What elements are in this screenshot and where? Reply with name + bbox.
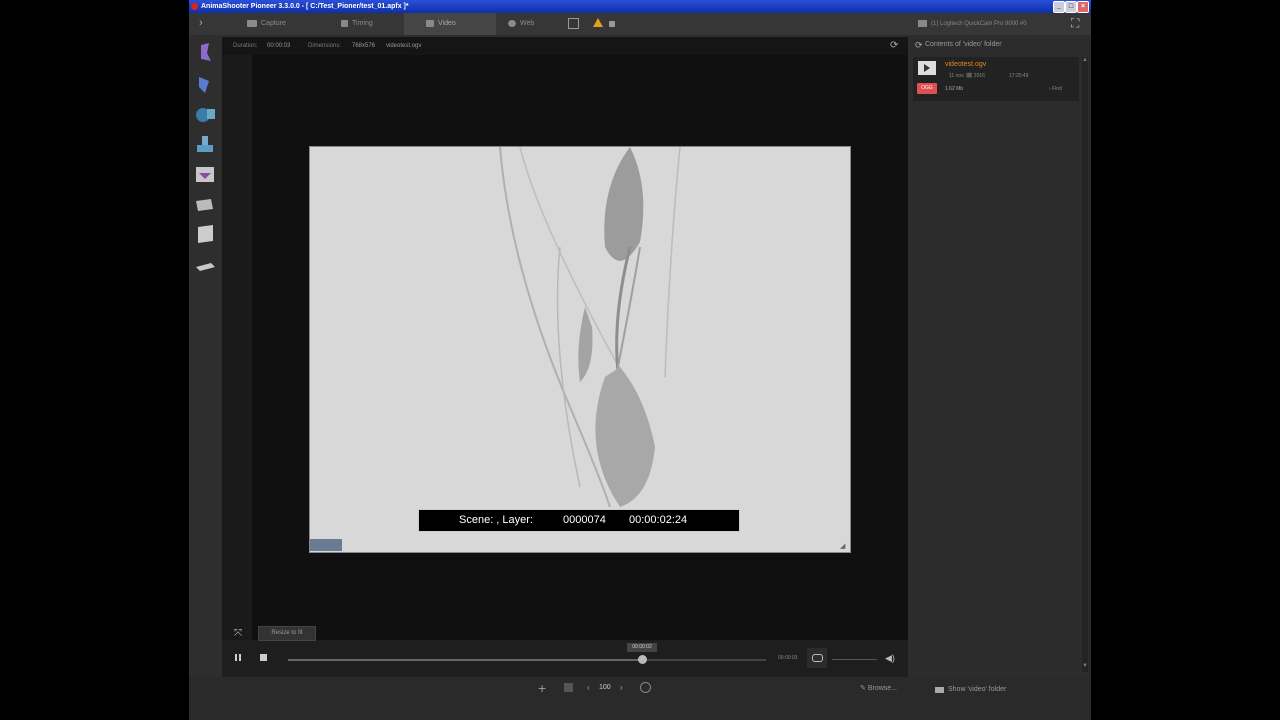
document-icon[interactable] [193, 223, 217, 245]
browse-label: Browse... [867, 685, 897, 692]
folder-panel-title: Contents of 'video' folder [925, 41, 1002, 48]
video-frame-image [310, 147, 850, 552]
app-window: AnimaShooter Pioneer 3.3.0.0 - [ C:/Test… [189, 0, 1091, 720]
runner-icon [341, 19, 348, 27]
file-name[interactable]: videotest.ogv [945, 61, 986, 68]
find-link[interactable]: › Find [1049, 86, 1062, 92]
window-title: AnimaShooter Pioneer 3.3.0.0 - [ C:/Test… [201, 3, 409, 10]
progress-corner-block [310, 539, 342, 551]
camera-label[interactable]: (1) Logitech QuickCam Pro 9000 #0 [931, 13, 1027, 35]
tab-capture[interactable]: Capture [239, 13, 317, 35]
tab-timing[interactable]: Timing [337, 13, 401, 35]
timecode-overlay: Scene: , Layer: 0000074 00:00:02:24 [418, 509, 740, 532]
tab-label: Video [438, 20, 456, 27]
seek-bar[interactable]: 00:00:02 [288, 643, 766, 664]
fullscreen-icon[interactable]: ⛶ [1071, 16, 1079, 30]
tab-label: Capture [261, 20, 286, 27]
bottom-bar: + ‹ 100 › ✎ Browse... Show 'video' folde… [189, 677, 1091, 720]
title-bar: AnimaShooter Pioneer 3.3.0.0 - [ C:/Test… [189, 0, 1091, 13]
browse-button[interactable]: ✎ Browse... [860, 684, 897, 692]
warning-icon[interactable] [593, 18, 603, 27]
folder-panel-scrollbar[interactable]: ▲ ▼ [1082, 57, 1088, 672]
options-icon[interactable] [640, 682, 651, 693]
zoom-increase-icon[interactable]: › [620, 683, 623, 692]
video-file-icon [918, 61, 936, 75]
folder-open-icon[interactable] [193, 193, 217, 215]
lock-icon[interactable] [609, 21, 615, 27]
resize-grip-icon[interactable]: ◢ [840, 542, 845, 550]
playhead-time-label: 00:00:02 [627, 643, 657, 652]
duration-label: Duration: [233, 43, 258, 49]
video-preview-area: Duration: 00:00:03 Dimensions: 768x576 v… [222, 37, 908, 677]
side-strip [222, 55, 252, 640]
layers-icon[interactable] [193, 255, 217, 277]
webcam-icon [918, 20, 927, 27]
resize-tooltip: Resize to fit [258, 626, 316, 641]
folder-panel: ⟳ Contents of 'video' folder videotest.o… [910, 35, 1091, 720]
volume-slider[interactable] [832, 659, 877, 660]
file-size: 1.62 Mb [945, 86, 964, 92]
tab-label: Timing [352, 20, 373, 27]
filename-value: videotest.ogv [386, 43, 422, 49]
tab-label: Web [520, 20, 535, 27]
frame-counter: 0000074 [563, 514, 606, 526]
paint-tool-icon[interactable] [193, 73, 217, 95]
resize-to-fit-icon[interactable]: ⤧ [234, 628, 242, 639]
grid-icon[interactable] [568, 18, 579, 29]
refresh-folder-icon[interactable]: ⟳ [915, 35, 923, 55]
file-time: 17:20:49 [1009, 73, 1029, 79]
find-label: Find [1052, 86, 1062, 92]
duration-value: 00:00:03 [267, 43, 291, 49]
tab-video[interactable]: Video [404, 13, 496, 35]
film-icon [426, 19, 434, 27]
seek-handle[interactable] [638, 655, 647, 664]
show-folder-button[interactable]: Show 'video' folder [948, 686, 1006, 693]
scanner-tool-icon[interactable] [193, 133, 217, 155]
file-list-item[interactable]: videotest.ogv 11 nov. 🗓 2016 17:20:49 OG… [913, 57, 1079, 101]
maximize-button[interactable]: □ [1065, 1, 1077, 13]
tab-web[interactable]: Web [504, 13, 558, 35]
timecode-value: 00:00:02:24 [629, 514, 688, 526]
zoom-decrease-icon[interactable]: ‹ [587, 683, 590, 692]
globe-icon [508, 19, 516, 27]
folder-icon [935, 687, 944, 693]
close-button[interactable]: × [1077, 1, 1089, 13]
camera-tool-icon[interactable] [193, 103, 217, 125]
tool-sidebar [189, 35, 221, 720]
app-logo-icon [191, 3, 198, 10]
zoom-value[interactable]: 100 [599, 684, 611, 691]
tab-bar: › Capture Timing Video Web (1) Logitech … [189, 13, 1091, 35]
video-info-bar: Duration: 00:00:03 Dimensions: 768x576 v… [222, 37, 908, 55]
stop-button[interactable] [260, 654, 270, 664]
dimensions-value: 768x576 [352, 43, 376, 49]
end-time-label: 00:00:03 [778, 655, 798, 661]
refresh-icon[interactable]: ⟳ [890, 37, 898, 55]
camera-icon [247, 19, 257, 27]
scene-layer-label: Scene: , Layer: [459, 514, 533, 526]
folder-panel-header: ⟳ Contents of 'video' folder [910, 35, 1091, 55]
import-tool-icon[interactable] [193, 163, 217, 185]
dimensions-label: Dimensions: [308, 43, 342, 49]
expand-arrow-icon[interactable]: › [199, 17, 203, 29]
loop-toggle-button[interactable] [807, 648, 827, 668]
volume-icon[interactable]: ◀) [885, 653, 895, 664]
minimize-button[interactable]: _ [1053, 1, 1065, 13]
frame-icon[interactable] [564, 683, 573, 692]
file-date: 11 nov. 🗓 2016 [949, 73, 985, 79]
video-frame: Scene: , Layer: 0000074 00:00:02:24 ◢ [309, 146, 851, 553]
playback-controls: ⤧ 00:00:02 00:00:03 ◀) [222, 628, 908, 677]
puppet-tool-icon[interactable] [193, 41, 217, 63]
add-icon[interactable]: + [538, 680, 546, 696]
file-format-badge: OGG [917, 83, 937, 94]
pause-button[interactable] [234, 654, 244, 664]
